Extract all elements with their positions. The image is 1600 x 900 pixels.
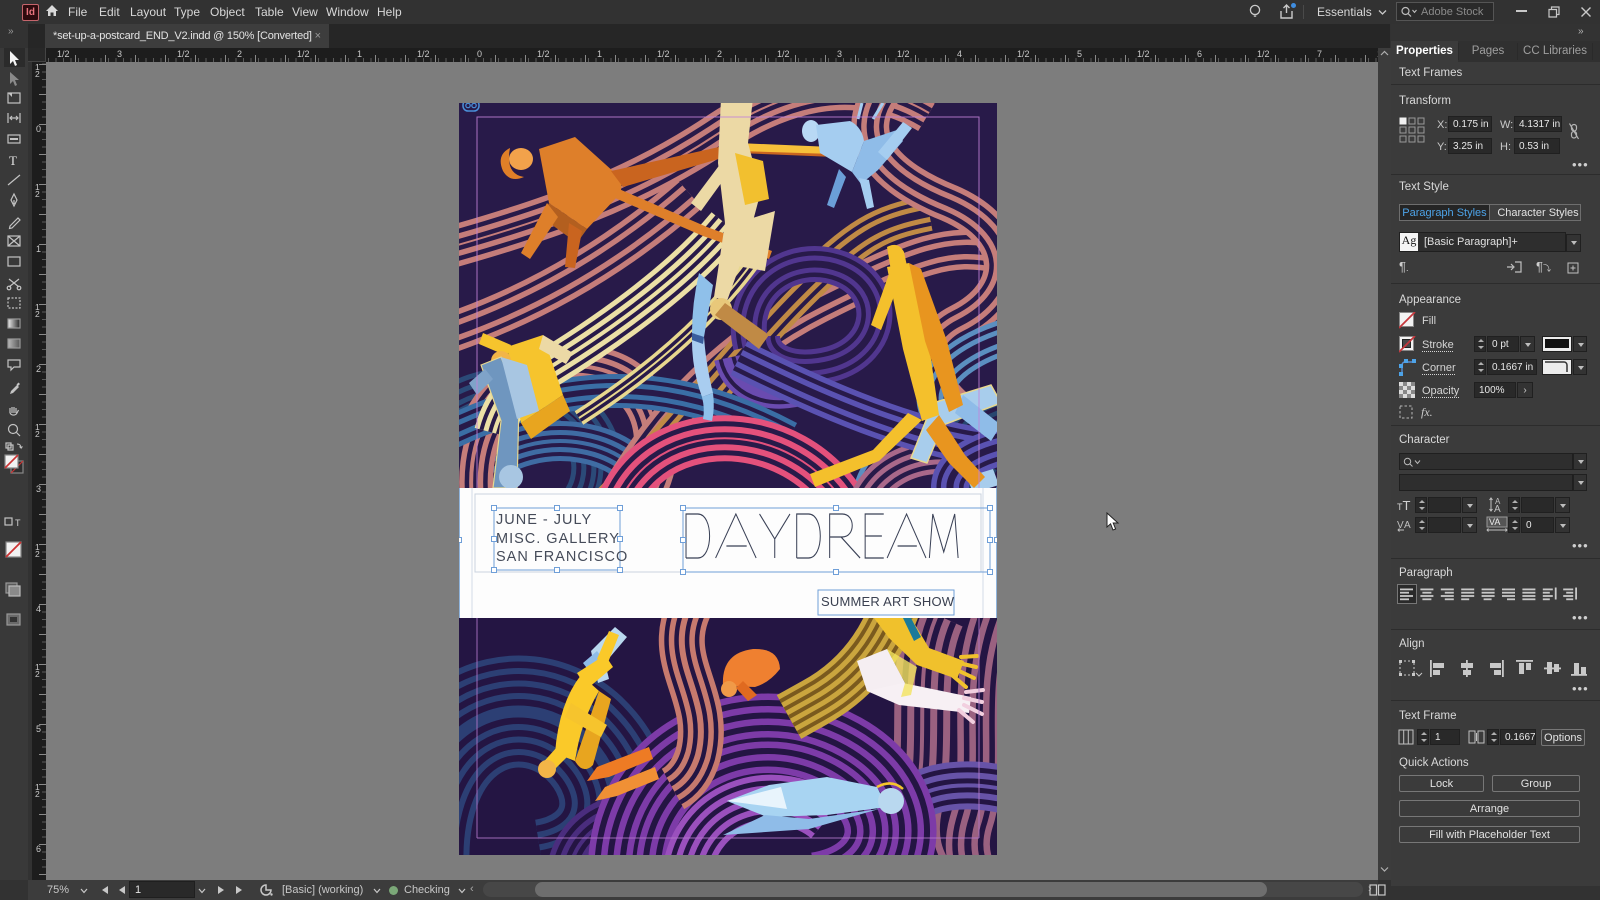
svg-text:SUMMER ART SHOW: SUMMER ART SHOW [821, 594, 955, 609]
svg-text:VA: VA [1489, 517, 1500, 527]
svg-text:A: A [1494, 504, 1501, 513]
svg-text:MISC. GALLERY: MISC. GALLERY [496, 531, 620, 547]
svg-text:A: A [1404, 520, 1411, 531]
svg-text:JUNE - JULY: JUNE - JULY [496, 512, 592, 528]
svg-text:T: T [15, 518, 21, 528]
svg-text:SAN FRANCISCO: SAN FRANCISCO [496, 549, 628, 565]
svg-text:T: T [9, 153, 17, 168]
